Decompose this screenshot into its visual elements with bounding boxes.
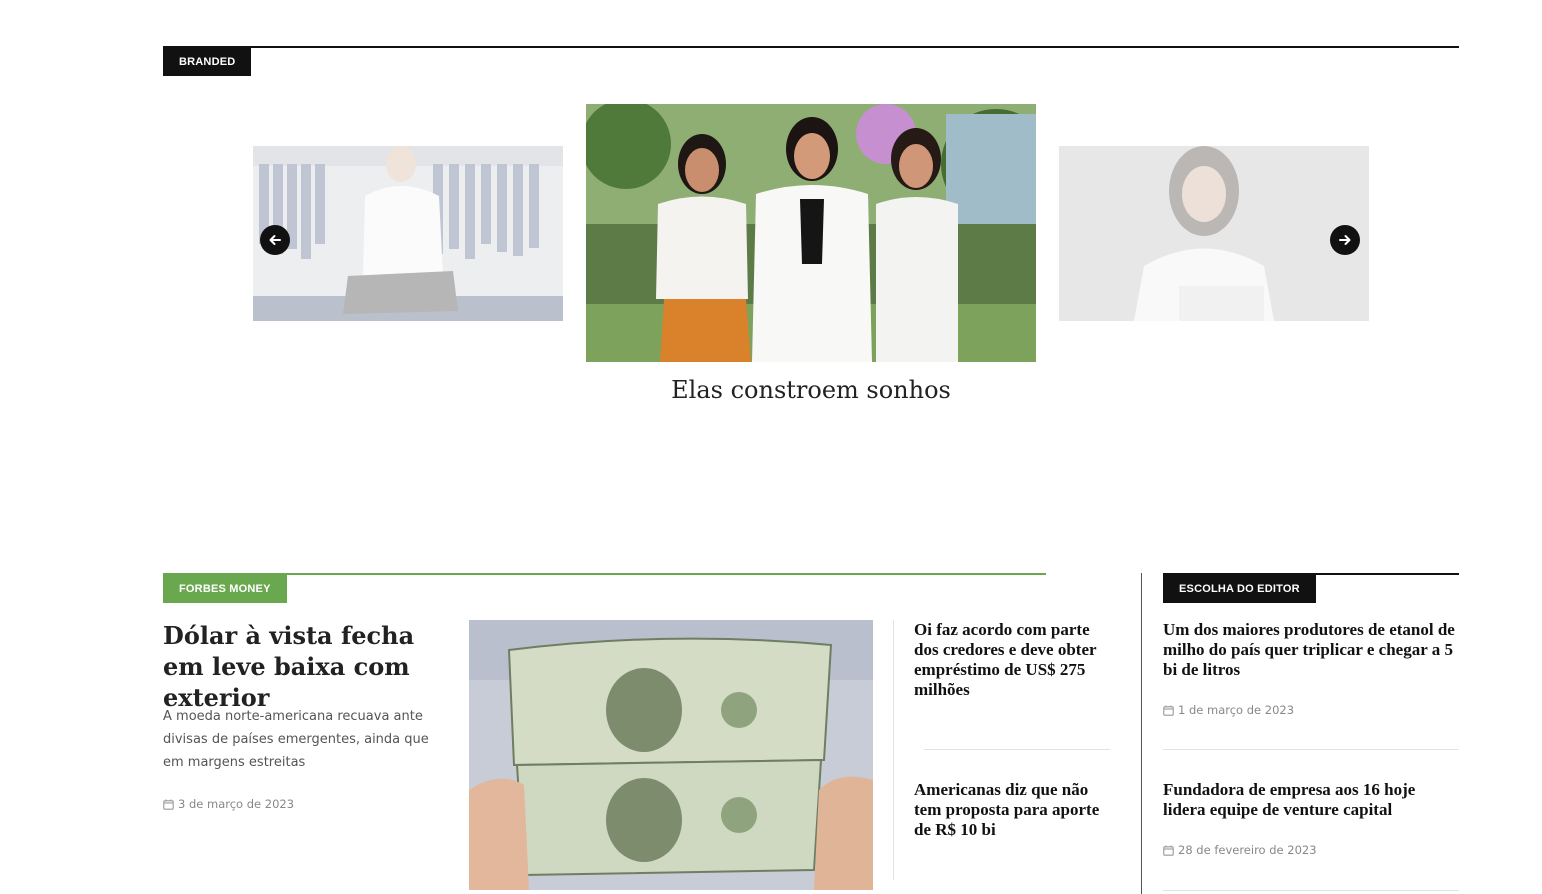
editor-choice-meta: 28 de fevereiro de 2023 <box>1163 843 1317 857</box>
man-in-clothing-store-photo <box>253 146 563 321</box>
calendar-icon <box>163 799 174 810</box>
forbes-money-section-tag[interactable]: FORBES MONEY <box>163 574 287 603</box>
carousel-slide-title[interactable]: Elas constroem sonhos <box>586 376 1036 404</box>
carousel-slide-next[interactable] <box>1059 146 1369 321</box>
side-article-title[interactable]: Americanas diz que não tem proposta para… <box>914 780 1114 840</box>
woman-with-laptop-photo <box>1059 146 1369 321</box>
side-article-title[interactable]: Oi faz acordo com parte dos credores e d… <box>914 620 1114 700</box>
main-article-meta: 3 de março de 2023 <box>163 797 294 811</box>
editor-choice-date: 28 de fevereiro de 2023 <box>1178 843 1317 857</box>
calendar-icon <box>1163 705 1174 716</box>
sidebar-divider <box>1141 573 1142 894</box>
arrow-right-icon <box>1339 235 1351 245</box>
main-article-date: 3 de março de 2023 <box>178 797 295 811</box>
main-article-excerpt: A moeda norte-americana recuava ante div… <box>163 709 429 770</box>
calendar-icon <box>1163 845 1174 856</box>
branded-section-rule <box>163 46 1459 48</box>
editor-choice-meta: 1 de março de 2023 <box>1163 703 1294 717</box>
branded-section-tag[interactable]: BRANDED <box>163 47 252 76</box>
carousel-next-button[interactable] <box>1330 225 1360 255</box>
carousel-slide-active[interactable] <box>586 104 1036 362</box>
forbes-money-divider <box>893 620 894 880</box>
editor-choice-separator <box>1163 890 1459 891</box>
editor-choice-title[interactable]: Um dos maiores produtores de etanol de m… <box>1163 620 1459 680</box>
main-article-image[interactable] <box>469 620 873 890</box>
carousel-prev-button[interactable] <box>260 225 290 255</box>
editor-choice-section-tag[interactable]: ESCOLHA DO EDITOR <box>1163 574 1316 603</box>
editor-choice-separator <box>1163 749 1459 750</box>
side-article-separator <box>924 749 1110 750</box>
arrow-left-icon <box>269 235 281 245</box>
editor-choice-title[interactable]: Fundadora de empresa aos 16 hoje lidera … <box>1163 780 1459 820</box>
carousel-slide-prev[interactable] <box>253 146 563 321</box>
dollar-bills-photo <box>469 620 873 890</box>
three-women-outdoors-photo <box>586 104 1036 362</box>
forbes-money-section-rule <box>163 573 1046 575</box>
main-article-title[interactable]: Dólar à vista fecha em leve baixa com ex… <box>163 620 458 713</box>
editor-choice-date: 1 de março de 2023 <box>1178 703 1295 717</box>
